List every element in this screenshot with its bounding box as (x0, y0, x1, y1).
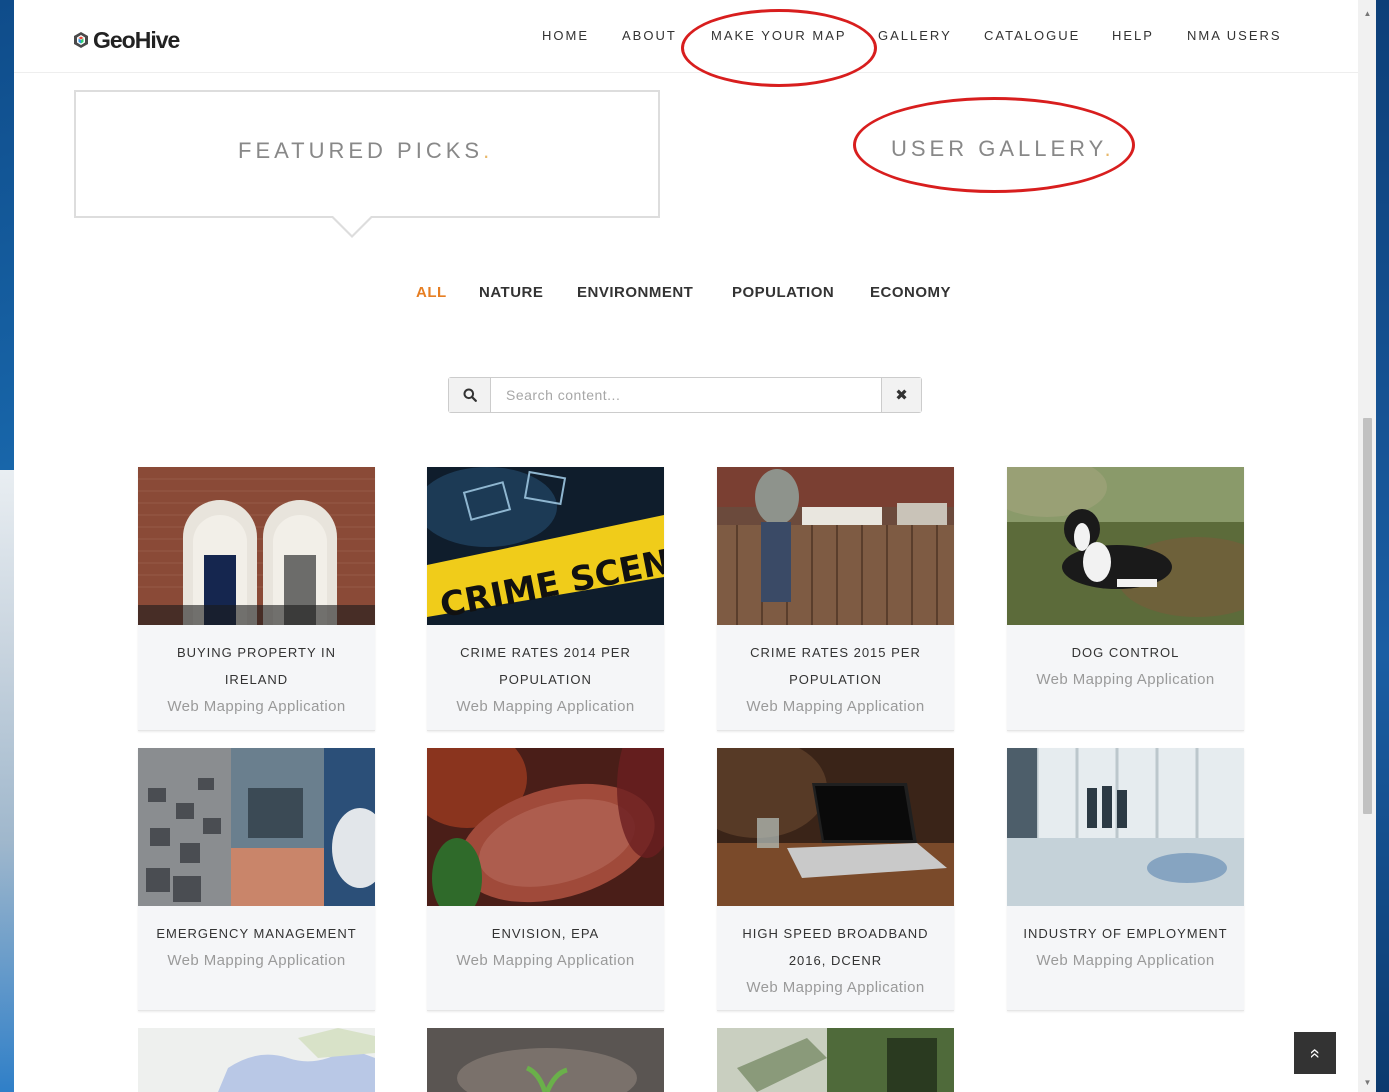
tab-user-gallery-label[interactable]: USER GALLERY. (891, 136, 1115, 162)
card-title: DOG CONTROL (1071, 645, 1180, 660)
nav-home[interactable]: HOME (542, 28, 589, 43)
gallery-card-crime-2014[interactable]: CRIME SCENE DO NOT CROSS CRIME RATES 201… (427, 467, 664, 731)
card-thumbnail-fence (717, 467, 954, 625)
close-icon: ✖ (895, 387, 908, 404)
card-subtitle: Web Mapping Application (167, 698, 346, 715)
gallery-card-dog-control[interactable]: DOG CONTROL Web Mapping Application (1007, 467, 1244, 731)
card-subtitle: Web Mapping Application (167, 952, 346, 969)
card-thumbnail-seedling-partial[interactable] (427, 1028, 664, 1092)
filter-population[interactable]: POPULATION (732, 284, 834, 301)
category-filters: ALL NATURE ENVIRONMENT POPULATION ECONOM… (14, 284, 1358, 304)
nav-nma-users[interactable]: NMA USERS (1187, 28, 1282, 43)
search-button[interactable] (449, 378, 491, 412)
card-title: CRIME RATES 2014 PER POPULATION (460, 645, 631, 687)
card-title: EMERGENCY MANAGEMENT (156, 926, 357, 941)
nav-about[interactable]: ABOUT (622, 28, 677, 43)
page-scrollbar[interactable]: ▲ ▼ (1358, 0, 1376, 1092)
search-icon (463, 388, 477, 402)
card-subtitle: Web Mapping Application (456, 698, 635, 715)
gallery-card-industry-of-employment[interactable]: INDUSTRY OF EMPLOYMENT Web Mapping Appli… (1007, 748, 1244, 1011)
gallery-card-emergency-management[interactable]: EMERGENCY MANAGEMENT Web Mapping Applica… (138, 748, 375, 1011)
card-title: ENVISION, EPA (491, 926, 600, 941)
scroll-down-arrow-icon[interactable]: ▼ (1363, 1078, 1372, 1087)
card-thumbnail-traffic-flood (138, 748, 375, 906)
nav-help[interactable]: HELP (1112, 28, 1154, 43)
desktop-background-strip (0, 470, 14, 1092)
tab-featured-picks-label[interactable]: FEATURED PICKS. (238, 138, 493, 164)
card-title: BUYING PROPERTY IN IRELAND (176, 645, 337, 687)
card-title: HIGH SPEED BROADBAND 2016, DCENR (742, 926, 929, 968)
search-bar: ✖ (448, 377, 922, 413)
search-input[interactable] (491, 378, 881, 412)
nav-catalogue[interactable]: CATALOGUE (984, 28, 1080, 43)
card-subtitle: Web Mapping Application (1036, 952, 1215, 969)
card-thumbnail-dog (1007, 467, 1244, 625)
scroll-to-top-button[interactable]: « (1294, 1032, 1336, 1074)
card-subtitle: Web Mapping Application (1036, 671, 1215, 688)
card-title: INDUSTRY OF EMPLOYMENT (1023, 926, 1228, 941)
gallery-card-crime-2015[interactable]: CRIME RATES 2015 PER POPULATION Web Mapp… (717, 467, 954, 731)
scroll-up-arrow-icon[interactable]: ▲ (1363, 9, 1372, 18)
card-subtitle: Web Mapping Application (746, 698, 925, 715)
card-thumbnail-laptop (717, 748, 954, 906)
filter-all[interactable]: ALL (416, 284, 447, 301)
filter-nature[interactable]: NATURE (479, 284, 543, 301)
card-title: CRIME RATES 2015 PER POPULATION (750, 645, 921, 687)
card-subtitle: Web Mapping Application (456, 952, 635, 969)
gallery-card-envision-epa[interactable]: ENVISION, EPA Web Mapping Application (427, 748, 664, 1011)
main-nav: HOME ABOUT MAKE YOUR MAP GALLERY CATALOG… (14, 28, 1358, 48)
filter-environment[interactable]: ENVIRONMENT (577, 284, 693, 301)
gallery-card-high-speed-broadband[interactable]: HIGH SPEED BROADBAND 2016, DCENR Web Map… (717, 748, 954, 1011)
filter-economy[interactable]: ECONOMY (870, 284, 951, 301)
double-chevron-up-icon: « (1305, 1047, 1326, 1059)
clear-search-button[interactable]: ✖ (881, 378, 921, 412)
card-thumbnail-doors (138, 467, 375, 625)
card-thumbnail-leaf (427, 748, 664, 906)
card-thumbnail-outdoor-partial[interactable] (717, 1028, 954, 1092)
card-thumbnail-office (1007, 748, 1244, 906)
nav-gallery[interactable]: GALLERY (878, 28, 952, 43)
gallery-card-buying-property[interactable]: BUYING PROPERTY IN IRELAND Web Mapping A… (138, 467, 375, 731)
card-subtitle: Web Mapping Application (746, 979, 925, 996)
browser-page: GeoHive HOME ABOUT MAKE YOUR MAP GALLERY… (14, 0, 1358, 1092)
nav-make-your-map[interactable]: MAKE YOUR MAP (711, 28, 847, 43)
scrollbar-thumb[interactable] (1363, 418, 1372, 814)
card-thumbnail-crime-tape: CRIME SCENE DO NOT CROSS (427, 467, 664, 625)
site-header: GeoHive HOME ABOUT MAKE YOUR MAP GALLERY… (14, 0, 1358, 73)
card-thumbnail-map-partial[interactable] (138, 1028, 375, 1092)
desktop-background-right (1376, 0, 1389, 1092)
